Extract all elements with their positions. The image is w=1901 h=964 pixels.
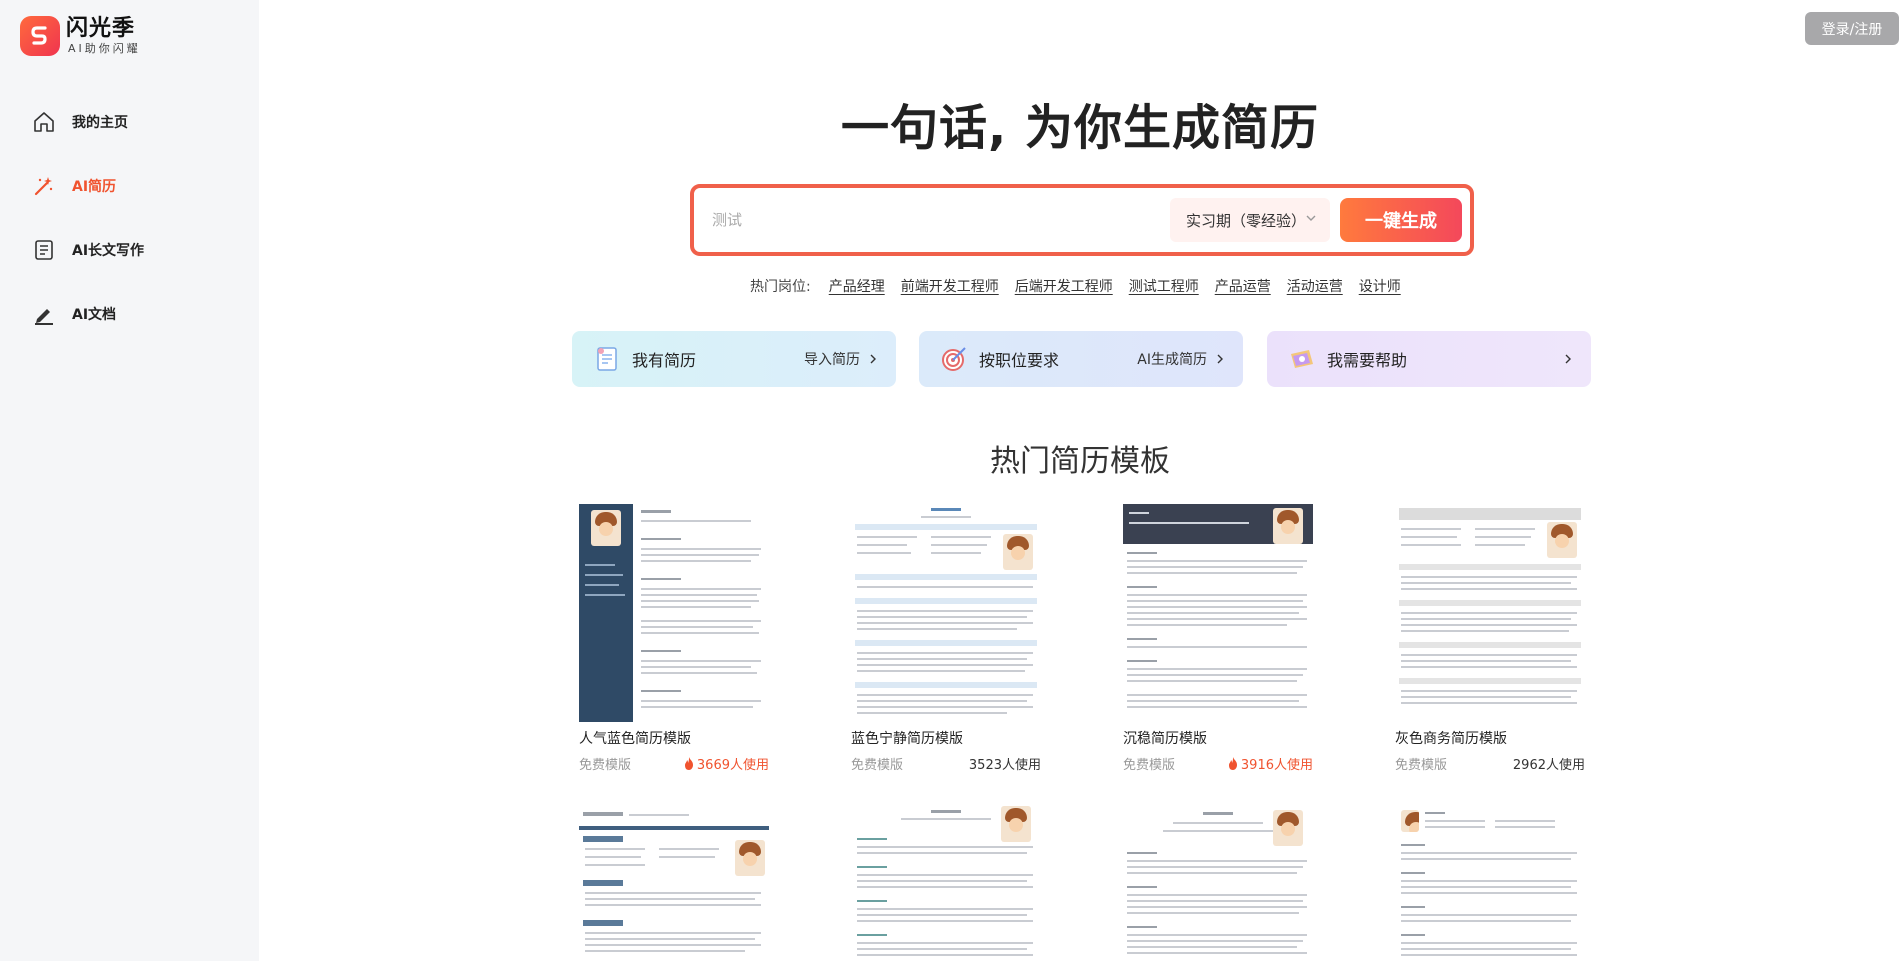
template-name: 人气蓝色简历模版 [579, 731, 691, 747]
template-tag: 免费模版 [1123, 758, 1176, 773]
template-usage-count: 2962人使用 [1512, 758, 1585, 773]
template-usage-count: 3916人使用 [1240, 758, 1313, 773]
template-thumbnail[interactable] [1395, 504, 1585, 722]
hot-job-link[interactable]: 后端开发工程师 [1015, 276, 1113, 296]
sidebar: 闪光季 AI助你闪耀 我的主页 AI简历 AI长文写作 AI文档 [0, 0, 259, 961]
need-help-card[interactable]: 我需要帮助 [1267, 331, 1591, 387]
action-title: 我有简历 [632, 351, 697, 370]
sidebar-nav: 我的主页 AI简历 AI长文写作 AI文档 [30, 90, 144, 346]
template-tag: 免费模版 [851, 758, 904, 773]
hot-job-link[interactable]: 设计师 [1359, 276, 1401, 296]
help-ticket-icon [1285, 342, 1319, 376]
template-name: 沉稳简历模版 [1123, 731, 1207, 747]
sidebar-item-ai-resume[interactable]: AI简历 [30, 154, 144, 218]
action-link[interactable]: 导入简历 [804, 349, 860, 369]
chevron-right-icon [1565, 354, 1571, 364]
hot-jobs: 热门岗位: 产品经理 前端开发工程师 后端开发工程师 测试工程师 产品运营 活动… [750, 276, 1417, 296]
hot-jobs-label: 热门岗位: [750, 279, 811, 295]
template-card[interactable]: 灰色商务简历模版 免费模版 2962人使用 [1395, 504, 1585, 773]
action-title: 我需要帮助 [1327, 351, 1408, 370]
pen-icon [30, 300, 58, 328]
sidebar-item-ai-doc[interactable]: AI文档 [30, 282, 144, 346]
template-name: 蓝色宁静简历模版 [851, 731, 963, 747]
app-name: 闪光季 [66, 16, 136, 41]
template-card[interactable]: 人气蓝色简历模版 免费模版 3669人使用 [579, 504, 769, 773]
chevron-down-icon [1306, 215, 1316, 221]
templates-section-title: 热门简历模板 [990, 444, 1170, 479]
template-usage-count: 3669人使用 [696, 758, 769, 773]
sidebar-item-label: AI简历 [72, 179, 117, 195]
resume-upload-icon [590, 342, 624, 376]
template-card[interactable]: 蓝色宁静简历模版 免费模版 3523人使用 [851, 504, 1041, 773]
template-name: 灰色商务简历模版 [1395, 731, 1507, 747]
generate-by-job-card[interactable]: 按职位要求 AI生成简历 [919, 331, 1243, 387]
app-tagline: AI助你闪耀 [68, 42, 141, 55]
login-register-button[interactable]: 登录/注册 [1805, 12, 1899, 45]
template-tag: 免费模版 [1395, 758, 1448, 773]
hot-job-link[interactable]: 测试工程师 [1129, 276, 1199, 296]
quick-actions: 我有简历 导入简历 按职位要求 AI生成简历 我需要帮助 [572, 331, 1592, 387]
template-usage-count: 3523人使用 [968, 758, 1041, 773]
experience-stage-select[interactable]: 实习期（零经验） [1170, 198, 1330, 242]
action-link[interactable]: AI生成简历 [1137, 349, 1207, 369]
hot-job-link[interactable]: 活动运营 [1287, 276, 1343, 296]
hot-job-link[interactable]: 前端开发工程师 [901, 276, 999, 296]
document-icon [30, 236, 58, 264]
template-card[interactable]: 沉稳简历模版 免费模版 3916人使用 [1123, 504, 1313, 773]
fire-icon [684, 757, 693, 770]
hot-job-link[interactable]: 产品经理 [829, 276, 885, 296]
target-icon [937, 342, 971, 376]
template-thumbnail[interactable] [1123, 504, 1313, 722]
sidebar-item-ai-long-writing[interactable]: AI长文写作 [30, 218, 144, 282]
page-title: 一句话, 为你生成简历 [841, 100, 1319, 156]
import-resume-card[interactable]: 我有简历 导入简历 [572, 331, 896, 387]
template-thumbnail[interactable] [851, 804, 1041, 964]
template-thumbnail[interactable] [1123, 804, 1313, 964]
template-thumbnail[interactable] [1395, 804, 1585, 964]
logo-mark-icon [20, 16, 60, 56]
job-description-input[interactable] [712, 206, 1142, 234]
sidebar-item-label: 我的主页 [72, 115, 128, 131]
app-logo[interactable]: 闪光季 AI助你闪耀 [20, 16, 141, 56]
home-icon [30, 108, 58, 136]
sidebar-item-label: AI文档 [72, 307, 117, 323]
chevron-right-icon [870, 354, 876, 364]
fire-icon [1228, 757, 1237, 770]
template-thumbnail[interactable] [579, 504, 769, 722]
template-thumbnail[interactable] [579, 804, 769, 964]
chevron-right-icon [1217, 354, 1223, 364]
template-tag: 免费模版 [579, 758, 632, 773]
magic-wand-icon [30, 172, 58, 200]
hot-job-link[interactable]: 产品运营 [1215, 276, 1271, 296]
action-title: 按职位要求 [979, 351, 1060, 370]
generate-button[interactable]: 一键生成 [1340, 198, 1462, 242]
resume-generator-box: 实习期（零经验） 一键生成 [690, 184, 1474, 256]
template-thumbnail[interactable] [851, 504, 1041, 722]
sidebar-item-label: AI长文写作 [72, 243, 145, 259]
experience-stage-value: 实习期（零经验） [1186, 211, 1307, 230]
sidebar-item-home[interactable]: 我的主页 [30, 90, 144, 154]
